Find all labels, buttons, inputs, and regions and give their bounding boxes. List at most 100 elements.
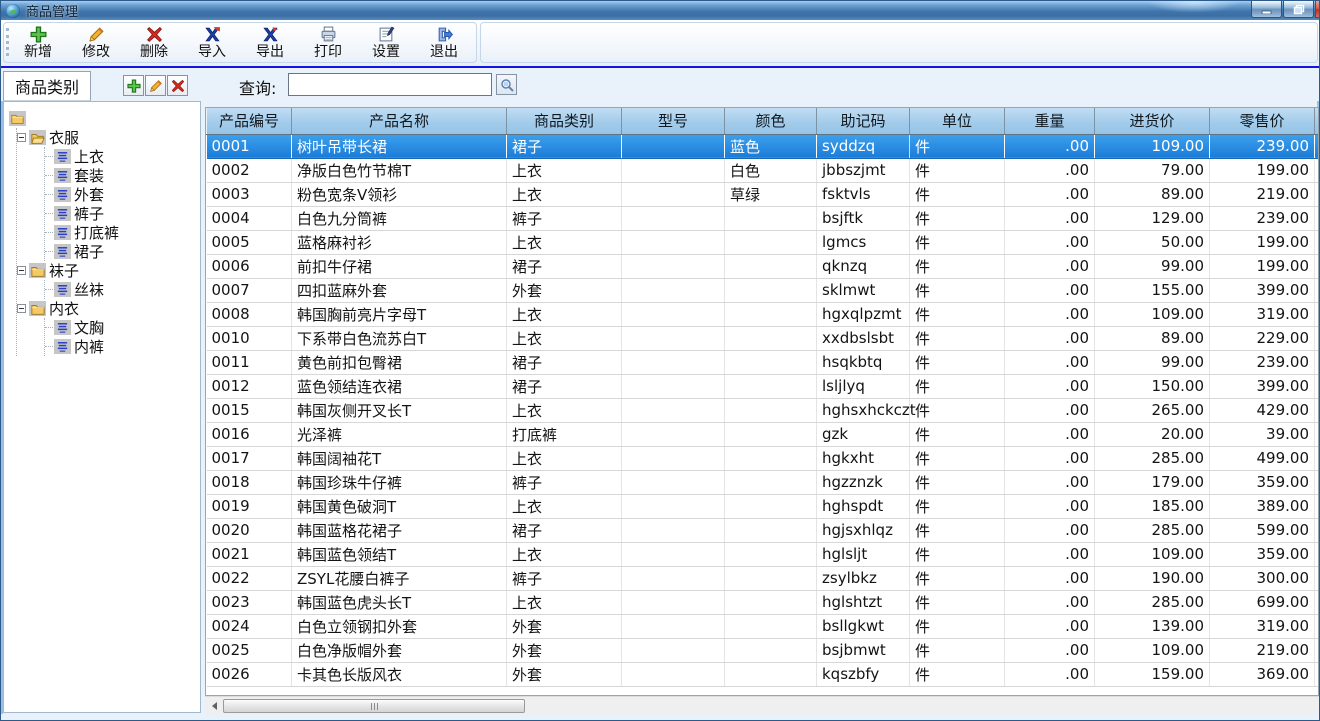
table-row[interactable]: 0006前扣牛仔裙裙子qknzq件.0099.00199.00 [207,254,1320,278]
toolbar-button-delete[interactable]: 删除 [129,23,179,62]
table-cell: .00 [1005,350,1095,374]
table-cell: 219.00 [1210,638,1315,662]
table-row[interactable]: 0018韩国珍珠牛仔裤裤子hgzznzk件.00179.00359.00 [207,470,1320,494]
table-row[interactable]: 0012蓝色领结连衣裙裙子lsljlyq件.00150.00399.00 [207,374,1320,398]
table-header-cell[interactable]: 商品类别 [507,108,622,134]
table-cell: .00 [1005,326,1095,350]
pencil-icon [88,26,105,43]
table-cell [725,230,817,254]
table-cell: 上衣 [507,446,622,470]
tree-root[interactable] [9,109,200,128]
tree-item-文胸[interactable]: 文胸 [45,318,200,337]
toolbar-button-add[interactable]: 新增 [13,23,63,62]
toolbar-drag-handle[interactable] [6,28,9,56]
table-header-cell[interactable]: 重量 [1005,108,1095,134]
toolbar-button-export[interactable]: 导出 [245,23,295,62]
table-cell-partial [1315,422,1320,446]
table-cell: 上衣 [507,182,622,206]
toolbar-button-edit[interactable]: 修改 [71,23,121,62]
table-row[interactable]: 0001树叶吊带长裙裙子蓝色syddzq件.00109.00239.00 [207,134,1320,158]
table-row[interactable]: 0011黄色前扣包臀裙裙子hsqkbtq件.0099.00239.00 [207,350,1320,374]
table-row[interactable]: 0016光泽裤打底裤gzk件.0020.0039.00 [207,422,1320,446]
close-button[interactable] [1315,1,1320,18]
table-row[interactable]: 0019韩国黄色破洞T上衣hghspdt件.00185.00389.00 [207,494,1320,518]
table-cell: .00 [1005,518,1095,542]
table-row[interactable]: 0005蓝格麻衬衫上衣lgmcs件.0050.00199.00 [207,230,1320,254]
table-row[interactable]: 0004白色九分筒裤裤子bsjftk件.00129.00239.00 [207,206,1320,230]
search-input[interactable] [288,73,492,96]
toolbar-button-import[interactable]: 导入 [187,23,237,62]
table-cell: 239.00 [1210,350,1315,374]
collapse-icon[interactable] [17,133,26,142]
product-table: 产品编号产品名称商品类别型号颜色助记码单位重量进货价零售价 0001树叶吊带长裙… [206,108,1319,687]
edit-category-button[interactable] [145,75,166,96]
table-row[interactable]: 0020韩国蓝格花裙子裙子hgjsxhlqz件.00285.00599.00 [207,518,1320,542]
table-row[interactable]: 0015韩国灰侧开叉长T上衣hghsxhckczt件.00265.00429.0… [207,398,1320,422]
toolbar-button-settings[interactable]: 设置 [361,23,411,62]
table-cell: 粉色宽条V领衫 [292,182,507,206]
table-header-cell[interactable]: 型号 [622,108,725,134]
tree-item-裤子[interactable]: 裤子 [45,204,200,223]
table-cell: 265.00 [1095,398,1210,422]
table-row[interactable]: 0010下系带白色流苏白T上衣xxdbslsbt件.0089.00229.00 [207,326,1320,350]
table-row[interactable]: 0021韩国蓝色领结T上衣hglsljt件.00109.00359.00 [207,542,1320,566]
tree-item-上衣[interactable]: 上衣 [45,147,200,166]
table-cell [725,254,817,278]
window-title: 商品管理 [26,1,78,20]
category-mini-buttons [123,75,188,96]
maximize-button[interactable] [1283,1,1314,18]
scrollbar-left-arrow[interactable] [205,697,222,715]
table-header-cell[interactable]: 单位 [910,108,1005,134]
tree-group-衣服[interactable]: 衣服 [17,128,200,147]
delete-category-button[interactable] [167,75,188,96]
table-header-cell[interactable]: 助记码 [817,108,910,134]
tree-item-裙子[interactable]: 裙子 [45,242,200,261]
table-cell: 外套 [507,638,622,662]
table-cell: 外套 [507,614,622,638]
table-cell-partial [1315,182,1320,206]
table-cell: jbbszjmt [817,158,910,182]
table-row[interactable]: 0007四扣蓝麻外套外套sklmwt件.00155.00399.00 [207,278,1320,302]
table-row[interactable]: 0026卡其色长版风衣外套kqszbfy件.00159.00369.00 [207,662,1320,686]
table-row[interactable]: 0002净版白色竹节棉T上衣白色jbbszjmt件.0079.00199.00 [207,158,1320,182]
tree-item-丝袜[interactable]: 丝袜 [45,280,200,299]
tab-category[interactable]: 商品类别 [3,71,91,101]
table-row[interactable]: 0008韩国胸前亮片字母T上衣hgxqlpzmt件.00109.00319.00 [207,302,1320,326]
toolbar-button-exit[interactable]: 退出 [419,23,469,62]
table-row[interactable]: 0003粉色宽条V领衫上衣草绿fsktvls件.0089.00219.00 [207,182,1320,206]
toolbar-button-label: 导出 [256,43,284,60]
scrollbar-thumb[interactable] [223,699,525,713]
table-header-cell[interactable]: 进货价 [1095,108,1210,134]
table-cell: 韩国蓝色领结T [292,542,507,566]
table-header-row: 产品编号产品名称商品类别型号颜色助记码单位重量进货价零售价 [207,108,1320,134]
tree-item-打底裤[interactable]: 打底裤 [45,223,200,242]
collapse-icon[interactable] [17,266,26,275]
table-row[interactable]: 0017韩国阔袖花T上衣hgkxht件.00285.00499.00 [207,446,1320,470]
table-cell: 0003 [207,182,292,206]
table-row[interactable]: 0025白色净版帽外套外套bsjbmwt件.00109.00219.00 [207,638,1320,662]
table-cell: 件 [910,206,1005,230]
table-cell: 件 [910,542,1005,566]
table-row[interactable]: 0024白色立领钢扣外套外套bsllgkwt件.00139.00319.00 [207,614,1320,638]
table-row[interactable]: 0022ZSYL花腰白裤子裤子zsylbkz件.00190.00300.00 [207,566,1320,590]
horizontal-scrollbar[interactable] [205,696,1320,714]
restore-icon [1293,4,1305,15]
table-header-cell[interactable]: 颜色 [725,108,817,134]
tree-item-套装[interactable]: 套装 [45,166,200,185]
tree-item-外套[interactable]: 外套 [45,185,200,204]
tree-item-内裤[interactable]: 内裤 [45,337,200,356]
tree-group-袜子[interactable]: 袜子 [17,261,200,280]
table-header-cell[interactable]: 产品编号 [207,108,292,134]
tree-group-内衣[interactable]: 内衣 [17,299,200,318]
search-button[interactable] [496,74,517,95]
table-cell: 件 [910,398,1005,422]
table-cell [725,590,817,614]
collapse-icon[interactable] [17,304,26,313]
tree-item-label: 裤子 [74,203,104,224]
minimize-button[interactable] [1251,1,1282,18]
table-header-cell[interactable]: 产品名称 [292,108,507,134]
add-category-button[interactable] [123,75,144,96]
table-header-cell[interactable]: 零售价 [1210,108,1315,134]
toolbar-button-print[interactable]: 打印 [303,23,353,62]
table-row[interactable]: 0023韩国蓝色虎头长T上衣hglshtzt件.00285.00699.00 [207,590,1320,614]
